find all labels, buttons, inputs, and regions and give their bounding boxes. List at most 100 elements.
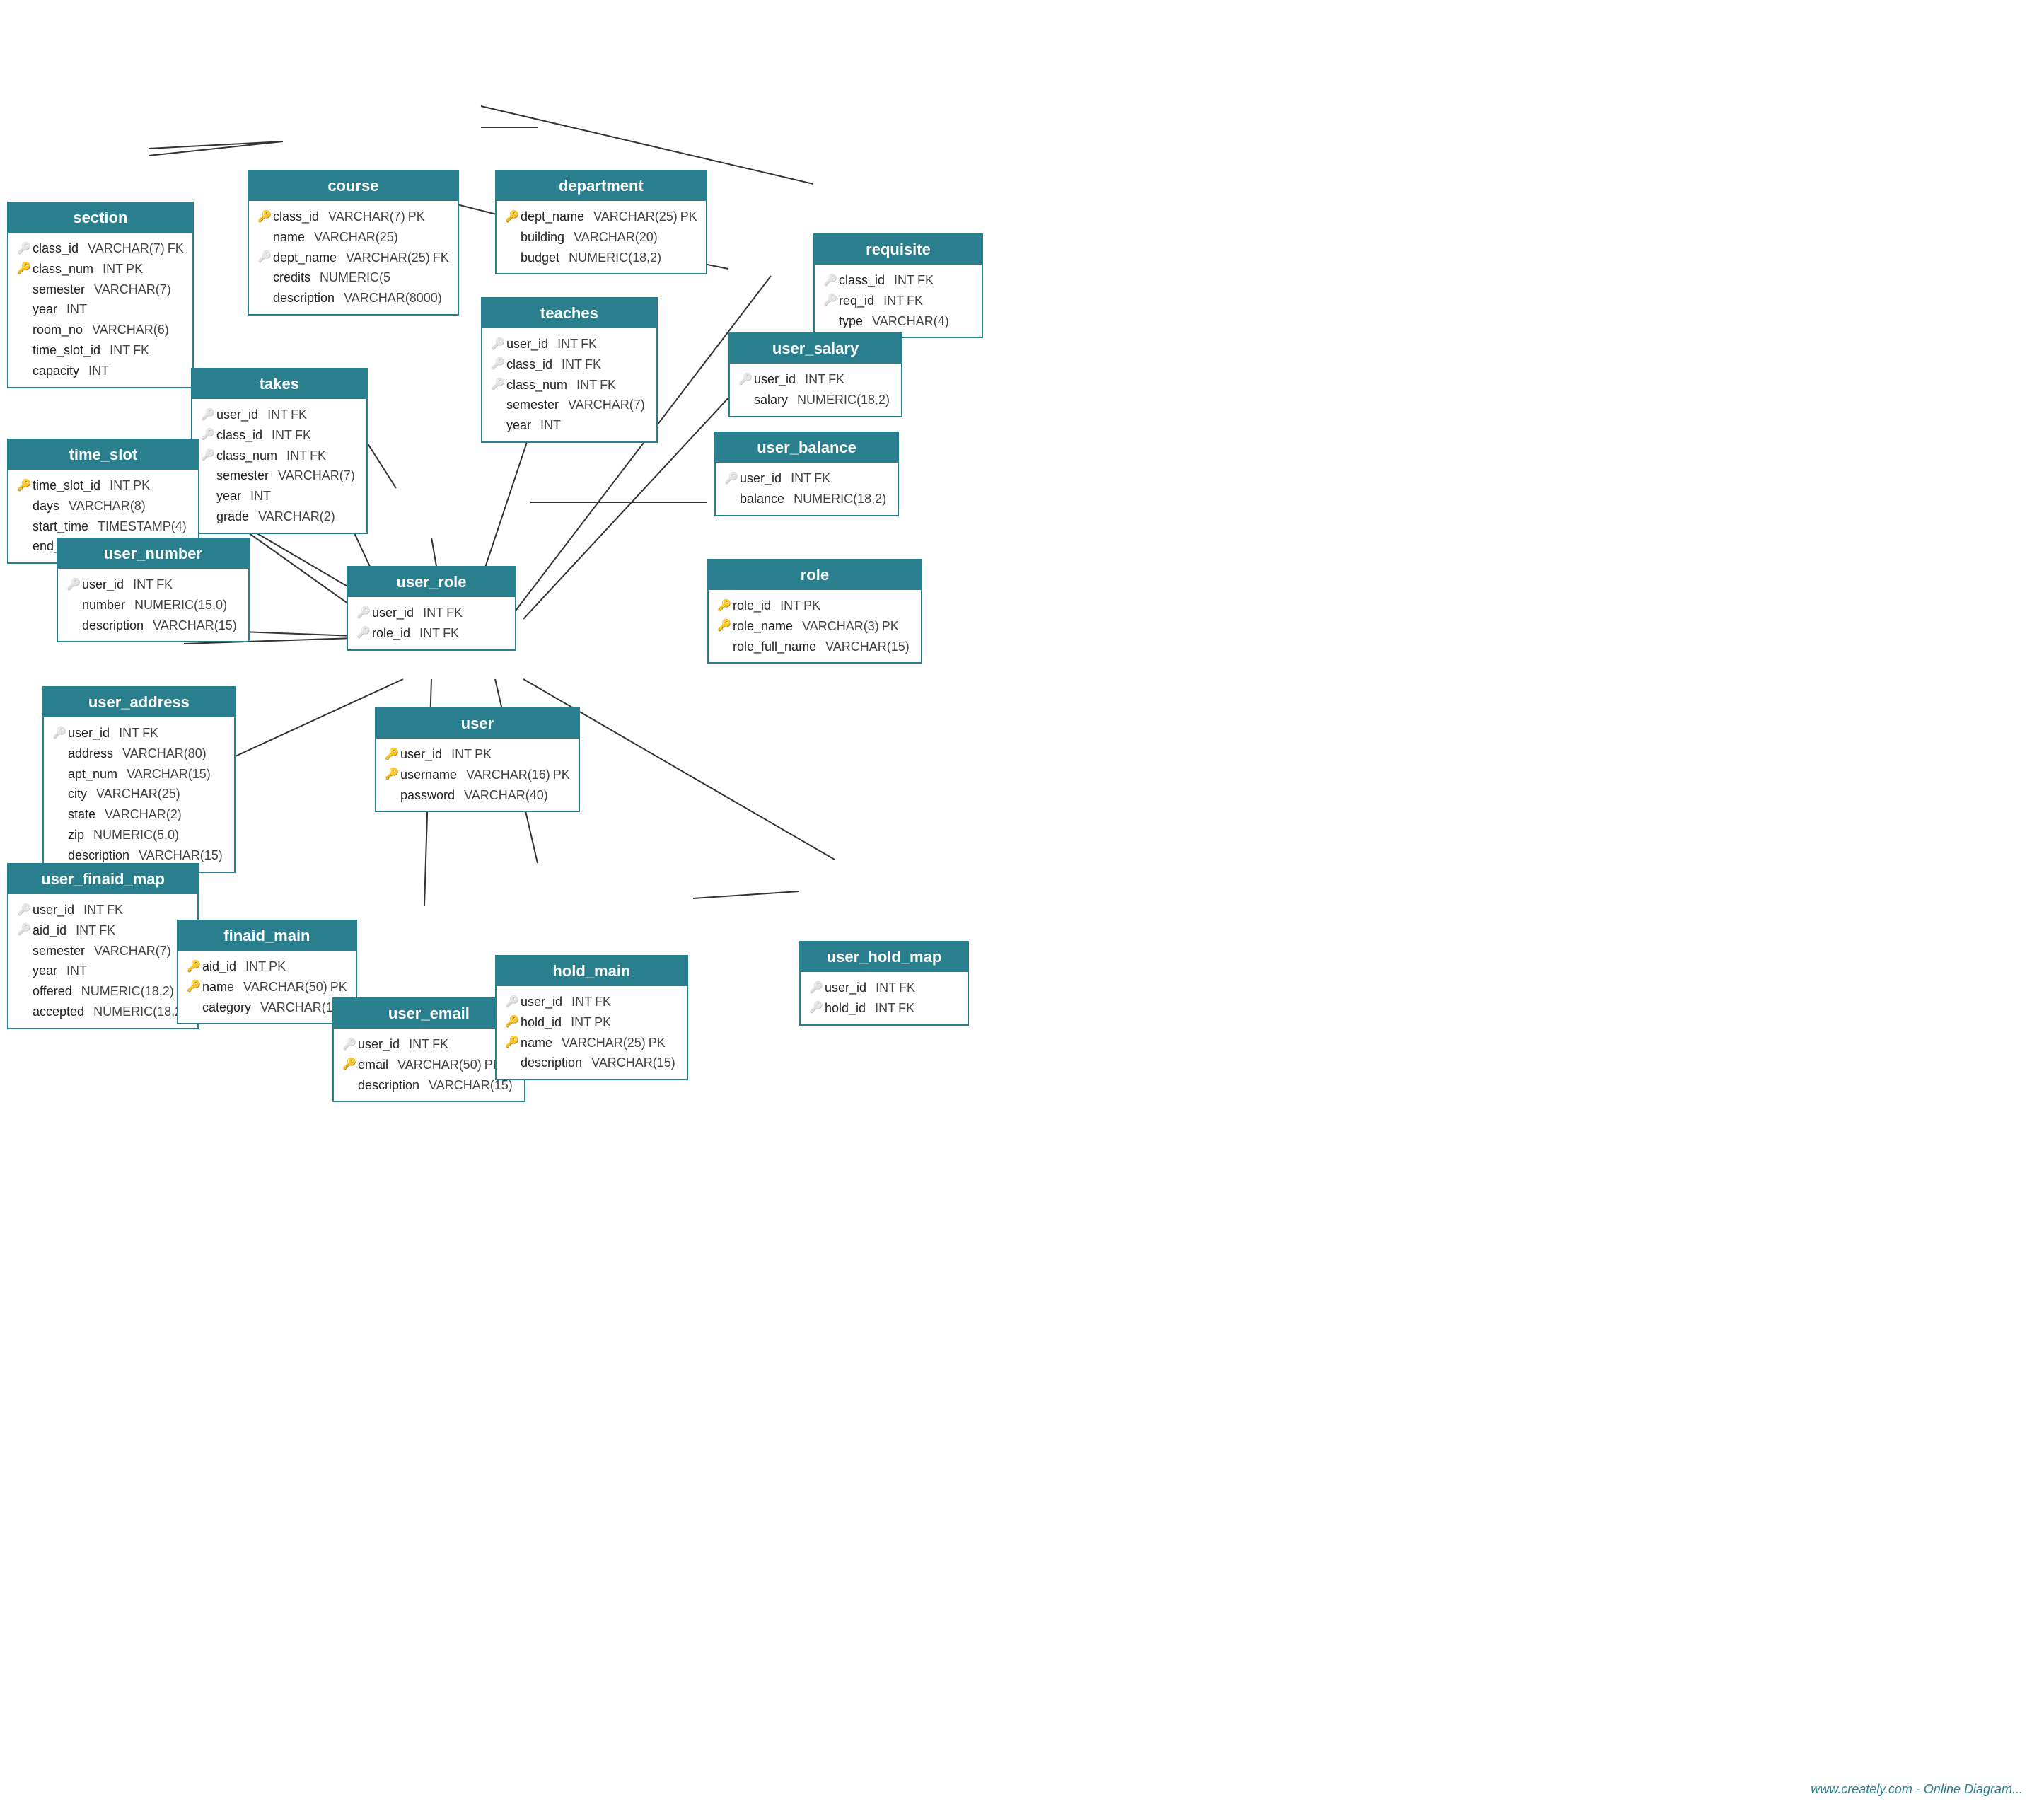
field-constraint: FK bbox=[443, 623, 459, 644]
fk-icon: 🔑 bbox=[201, 426, 214, 444]
fk-icon: 🔑 bbox=[809, 999, 822, 1017]
field-type: VARCHAR(7) bbox=[568, 395, 645, 415]
field-type: VARCHAR(50) bbox=[397, 1055, 482, 1075]
table-row: 🔑role_name VARCHAR(3) PK bbox=[717, 616, 912, 637]
field-name: category bbox=[202, 997, 251, 1018]
fk-icon: 🔑 bbox=[505, 993, 518, 1012]
field-name: user_id bbox=[506, 334, 548, 354]
table-row: 🔑aid_id INT PK bbox=[187, 956, 347, 977]
field-type: NUMERIC(5 bbox=[320, 267, 390, 288]
table-user_salary: user_salary🔑user_id INT FK salary NUMERI… bbox=[728, 332, 902, 417]
table-header-takes: takes bbox=[192, 369, 366, 399]
field-type: VARCHAR(16) bbox=[466, 765, 550, 785]
field-name: class_id bbox=[839, 270, 885, 291]
field-type: INT bbox=[83, 900, 104, 920]
field-type: INT bbox=[245, 956, 266, 977]
fk-icon: 🔑 bbox=[809, 979, 822, 997]
table-row: 🔑user_id INT FK bbox=[17, 900, 189, 920]
field-type: VARCHAR(25) bbox=[96, 784, 180, 804]
table-row: 🔑class_id VARCHAR(7) FK bbox=[17, 238, 184, 259]
table-user_balance: user_balance🔑user_id INT FK balance NUME… bbox=[714, 432, 899, 516]
table-row: category VARCHAR(15) bbox=[187, 997, 347, 1018]
field-name: accepted bbox=[33, 1002, 84, 1022]
table-body-user_salary: 🔑user_id INT FK salary NUMERIC(18,2) bbox=[730, 364, 901, 416]
fk-icon: 🔑 bbox=[356, 624, 369, 642]
table-row: 🔑role_id INT FK bbox=[356, 623, 506, 644]
field-name: req_id bbox=[839, 291, 874, 311]
table-row: 🔑hold_id INT FK bbox=[809, 998, 959, 1019]
fk-icon: 🔑 bbox=[724, 470, 737, 488]
table-header-user_salary: user_salary bbox=[730, 334, 901, 364]
field-constraint: PK bbox=[408, 207, 425, 227]
fk-icon: 🔑 bbox=[17, 901, 30, 920]
table-requisite: requisite🔑class_id INT FK🔑req_id INT FK … bbox=[813, 233, 983, 338]
field-constraint: PK bbox=[126, 259, 143, 279]
field-type: NUMERIC(18,2) bbox=[81, 981, 174, 1002]
field-type: VARCHAR(15) bbox=[127, 764, 211, 785]
fk-icon: 🔑 bbox=[491, 376, 504, 394]
field-name: budget bbox=[521, 248, 559, 268]
table-row: time_slot_id INT FK bbox=[17, 340, 184, 361]
table-takes: takes🔑user_id INT FK🔑class_id INT FK🔑cla… bbox=[191, 368, 368, 534]
table-row: 🔑role_id INT PK bbox=[717, 596, 912, 616]
field-type: INT bbox=[119, 723, 139, 744]
field-type: VARCHAR(7) bbox=[94, 941, 171, 961]
field-name: year bbox=[216, 486, 241, 507]
field-name: user_id bbox=[825, 978, 866, 998]
table-header-user_finaid_map: user_finaid_map bbox=[8, 864, 197, 894]
table-user_finaid_map: user_finaid_map🔑user_id INT FK🔑aid_id IN… bbox=[7, 863, 199, 1029]
fk-icon: 🔑 bbox=[738, 371, 751, 389]
field-name: class_id bbox=[273, 207, 319, 227]
field-name: type bbox=[839, 311, 863, 332]
table-row: 🔑class_id INT FK bbox=[823, 270, 973, 291]
field-type: VARCHAR(15) bbox=[260, 997, 344, 1018]
pk-icon: 🔑 bbox=[17, 260, 30, 278]
table-body-section: 🔑class_id VARCHAR(7) FK🔑class_num INT PK… bbox=[8, 233, 192, 387]
field-name: class_id bbox=[216, 425, 262, 446]
table-row: days VARCHAR(8) bbox=[17, 496, 190, 516]
table-row: address VARCHAR(80) bbox=[52, 744, 226, 764]
table-user_hold_map: user_hold_map🔑user_id INT FK🔑hold_id INT… bbox=[799, 941, 969, 1026]
table-row: capacity INT bbox=[17, 361, 184, 381]
field-constraint: FK bbox=[814, 468, 830, 489]
field-constraint: PK bbox=[553, 765, 570, 785]
field-type: INT bbox=[66, 299, 87, 320]
table-row: 🔑name VARCHAR(25) PK bbox=[505, 1033, 678, 1053]
field-constraint: PK bbox=[594, 1012, 611, 1033]
field-constraint: FK bbox=[156, 574, 173, 595]
field-constraint: PK bbox=[269, 956, 286, 977]
field-name: user_id bbox=[358, 1034, 400, 1055]
field-type: INT bbox=[805, 369, 825, 390]
field-name: class_num bbox=[506, 375, 567, 395]
table-row: semester VARCHAR(7) bbox=[491, 395, 648, 415]
field-type: VARCHAR(40) bbox=[464, 785, 548, 806]
field-type: VARCHAR(7) bbox=[94, 279, 171, 300]
fk-icon: 🔑 bbox=[356, 604, 369, 623]
field-type: INT bbox=[894, 270, 914, 291]
field-name: start_time bbox=[33, 516, 88, 537]
field-type: INT bbox=[419, 623, 440, 644]
field-type: VARCHAR(15) bbox=[825, 637, 910, 657]
field-name: apt_num bbox=[68, 764, 117, 785]
field-constraint: FK bbox=[600, 375, 616, 395]
field-type: VARCHAR(4) bbox=[872, 311, 949, 332]
field-type: VARCHAR(7) bbox=[278, 465, 355, 486]
field-name: role_full_name bbox=[733, 637, 816, 657]
table-header-hold_main: hold_main bbox=[497, 956, 687, 986]
table-row: 🔑class_id VARCHAR(7) PK bbox=[257, 207, 449, 227]
table-header-user_hold_map: user_hold_map bbox=[801, 942, 968, 972]
table-row: description VARCHAR(15) bbox=[342, 1075, 516, 1096]
field-name: offered bbox=[33, 981, 72, 1002]
table-header-role: role bbox=[709, 560, 921, 590]
field-type: INT bbox=[451, 744, 472, 765]
creately-logo: www.creately.com - Online Diagram... bbox=[1811, 1782, 2023, 1797]
field-name: user_id bbox=[400, 744, 442, 765]
pk-icon: 🔑 bbox=[17, 477, 30, 495]
table-row: password VARCHAR(40) bbox=[385, 785, 570, 806]
table-row: year INT bbox=[201, 486, 358, 507]
table-header-time_slot: time_slot bbox=[8, 440, 198, 470]
field-name: time_slot_id bbox=[33, 475, 100, 496]
table-row: 🔑dept_name VARCHAR(25) PK bbox=[505, 207, 697, 227]
pk-icon: 🔑 bbox=[187, 978, 199, 996]
field-type: INT bbox=[267, 405, 288, 425]
